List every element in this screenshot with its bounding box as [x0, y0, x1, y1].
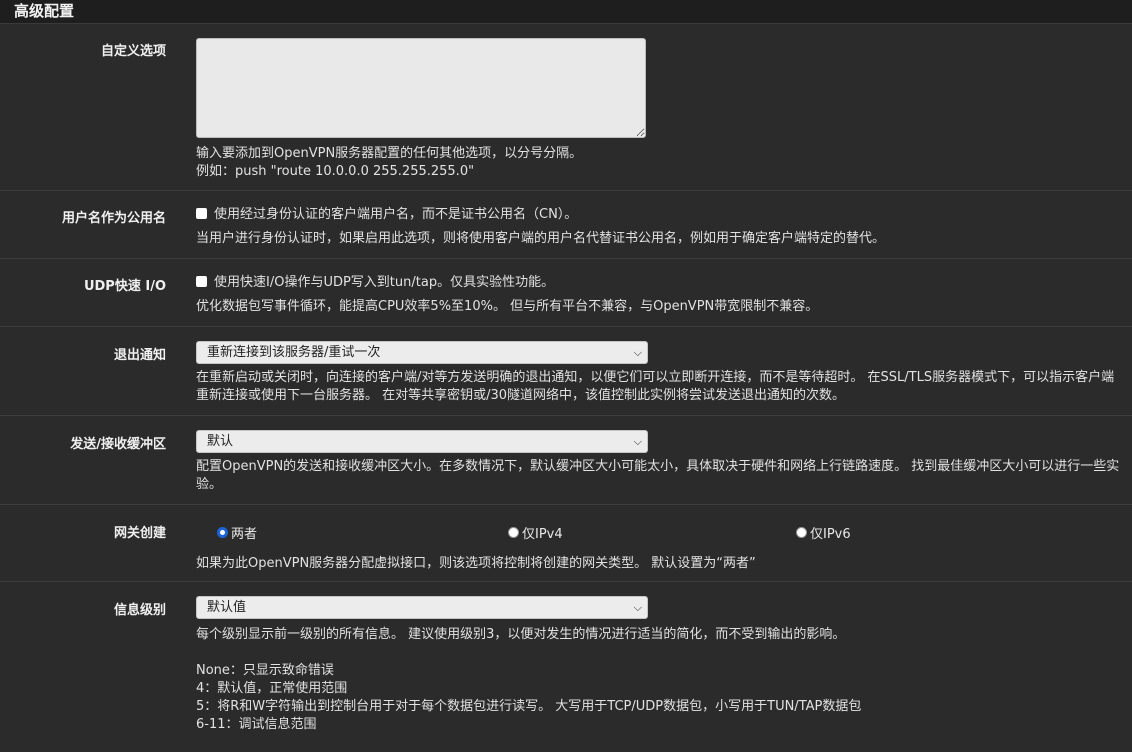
udp-fast-io-help: 优化数据包写事件循环，能提高CPU效率5%至10%。 但与所有平台不兼容，与Op… — [196, 299, 819, 314]
radio-icon[interactable] — [796, 527, 807, 538]
exit-notify-help: 在重新启动或关闭时，向连接的客户端/对等方发送明确的退出通知，以便它们可以立即断… — [196, 370, 1115, 403]
buffer-selected: 默认 — [207, 434, 234, 449]
exit-notify-label: 退出通知 — [113, 348, 166, 363]
username-as-cn-help: 当用户进行身份认证时，如果启用此选项，则将使用客户端的用户名代替证书公用名，例如… — [196, 231, 886, 246]
verbosity-help: 每个级别显示前一级别的所有信息。 建议使用级别3，以便对发生的情况进行适当的简化… — [196, 627, 846, 642]
verbosity-level-none: None：只显示致命错误 — [196, 663, 334, 678]
row-gateway: 网关创建 两者 仅IPv4 仅IPv6 如果为此OpenVPN服务器分配虚拟接口… — [0, 505, 1132, 582]
exit-notify-selected: 重新连接到该服务器/重试一次 — [207, 345, 381, 360]
verbosity-selected: 默认值 — [207, 600, 247, 615]
radio-icon[interactable] — [508, 527, 519, 538]
gateway-option-ipv4[interactable]: 仅IPv4 — [508, 523, 563, 542]
gateway-option-both[interactable]: 两者 — [217, 523, 257, 542]
custom-options-help: 输入要添加到OpenVPN服务器配置的任何其他选项，以分号分隔。 — [196, 146, 583, 161]
gateway-option-ipv6[interactable]: 仅IPv6 — [796, 523, 851, 542]
radio-selected-icon[interactable] — [217, 527, 228, 538]
chevron-down-icon: ⌵ — [633, 346, 642, 359]
username-as-cn-checkbox-label: 使用经过身份认证的客户端用户名，而不是证书公用名（CN）。 — [214, 207, 578, 222]
verbosity-level-6-11: 6-11：调试信息范围 — [196, 717, 317, 732]
verbosity-select[interactable]: 默认值 ⌵ — [196, 596, 648, 619]
row-exit-notify: 退出通知 重新连接到该服务器/重试一次 ⌵ 在重新启动或关闭时，向连接的客户端/… — [0, 327, 1132, 416]
verbosity-level-5: 5：将R和W字符输出到控制台用于对于每个数据包进行读写。 大写用于TCP/UDP… — [196, 699, 862, 714]
row-udp-fast-io: UDP快速 I/O 使用快速I/O操作与UDP写入到tun/tap。仅具实验性功… — [0, 259, 1132, 327]
custom-options-textarea[interactable] — [196, 38, 646, 138]
username-as-cn-label: 用户名作为公用名 — [61, 211, 166, 226]
verbosity-level-4: 4：默认值，正常使用范围 — [196, 681, 348, 696]
row-buffer: 发送/接收缓冲区 默认 ⌵ 配置OpenVPN的发送和接收缓冲区大小。在多数情况… — [0, 416, 1132, 505]
udp-fast-io-checkbox-label: 使用快速I/O操作与UDP写入到tun/tap。仅具实验性功能。 — [214, 275, 555, 290]
udp-fast-io-checkbox[interactable] — [196, 276, 207, 287]
username-as-cn-checkbox[interactable] — [196, 208, 207, 219]
row-verbosity: 信息级别 默认值 ⌵ 每个级别显示前一级别的所有信息。 建议使用级别3，以便对发… — [0, 582, 1132, 752]
chevron-down-icon: ⌵ — [633, 601, 642, 614]
exit-notify-select[interactable]: 重新连接到该服务器/重试一次 ⌵ — [196, 341, 648, 364]
verbosity-label: 信息级别 — [113, 603, 166, 618]
custom-options-label: 自定义选项 — [100, 44, 166, 59]
udp-fast-io-label: UDP快速 I/O — [83, 279, 166, 294]
custom-options-example: 例如：push "route 10.0.0.0 255.255.255.0" — [196, 164, 475, 179]
panel-title: 高级配置 — [0, 0, 1132, 24]
gateway-label: 网关创建 — [113, 526, 166, 541]
buffer-select[interactable]: 默认 ⌵ — [196, 430, 648, 453]
row-custom-options: 自定义选项 输入要添加到OpenVPN服务器配置的任何其他选项，以分号分隔。 例… — [0, 24, 1132, 191]
buffer-label: 发送/接收缓冲区 — [70, 437, 166, 452]
gateway-help: 如果为此OpenVPN服务器分配虚拟接口，则该选项将控制将创建的网关类型。 默认… — [196, 556, 756, 571]
chevron-down-icon: ⌵ — [633, 435, 642, 448]
row-username-as-cn: 用户名作为公用名 使用经过身份认证的客户端用户名，而不是证书公用名（CN）。 当… — [0, 191, 1132, 259]
buffer-help: 配置OpenVPN的发送和接收缓冲区大小。在多数情况下，默认缓冲区大小可能太小，… — [196, 459, 1120, 492]
